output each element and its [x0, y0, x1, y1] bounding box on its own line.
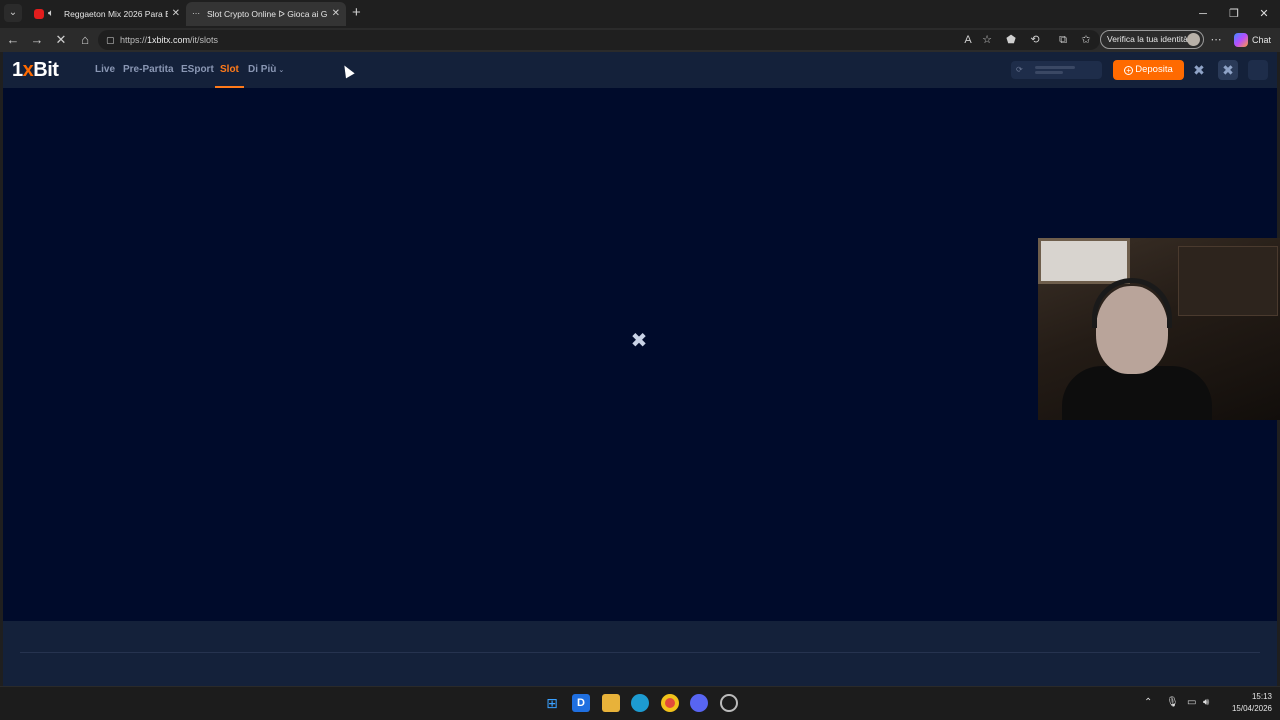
tab-youtube[interactable]: 🔈︎ Reggaeton Mix 2026 Para Bai ✕: [28, 2, 186, 26]
chrome-icon[interactable]: [661, 694, 679, 712]
loading-spinner-icon: ✖: [630, 330, 648, 352]
network-icon[interactable]: ▭: [1187, 696, 1196, 710]
profile-verify-button[interactable]: Verifica la tua identità: [1100, 30, 1204, 49]
tab-title: Slot Crypto Online ᐅ Gioca ai Gioc: [207, 9, 327, 19]
back-icon[interactable]: ←: [3, 30, 23, 50]
site-header: 1xBit Live Pre-Partita ESport Slot Di Pi…: [3, 52, 1277, 88]
forward-icon[interactable]: →: [27, 30, 47, 50]
nav-slot[interactable]: Slot: [215, 52, 244, 88]
logo-mark-icon[interactable]: ✖: [1218, 60, 1238, 80]
stop-loading-icon[interactable]: ✕: [51, 30, 71, 50]
webcam-overlay: [1038, 238, 1280, 420]
loading-icon: ⋯: [192, 9, 200, 18]
chevron-up-icon[interactable]: ⌃: [1144, 696, 1152, 710]
new-tab-icon[interactable]: +: [352, 4, 361, 22]
file-explorer-icon[interactable]: [602, 694, 620, 712]
tab-title: Reggaeton Mix 2026 Para Bai: [64, 9, 168, 19]
d-app-icon[interactable]: D: [572, 694, 590, 712]
search-icon: ⟳: [1016, 65, 1023, 74]
close-icon[interactable]: ✕: [332, 2, 340, 26]
divider: [20, 652, 1260, 653]
logo-mark-icon[interactable]: ✖: [1189, 60, 1209, 80]
taskbar: ⊞ D ⌃ 🎙︎ ▭ 🔊︎ 15:13 15/04/2026: [0, 686, 1280, 720]
plus-icon: +: [1124, 66, 1134, 75]
site-info-icon[interactable]: ▢: [106, 30, 115, 50]
system-clock[interactable]: 15:13 15/04/2026: [1222, 691, 1272, 715]
windows-start-icon[interactable]: ⊞: [543, 694, 561, 712]
minimize-icon[interactable]: ─: [1188, 0, 1218, 28]
shield-extension-icon[interactable]: ⬟: [1002, 30, 1020, 50]
speaker-icon[interactable]: 🔈︎: [48, 2, 54, 26]
close-icon[interactable]: ✕: [172, 2, 180, 26]
microphone-icon[interactable]: 🎙︎: [1166, 696, 1179, 710]
avatar: [1187, 33, 1200, 46]
site-logo[interactable]: 1xBit: [12, 57, 59, 83]
puzzle-icon[interactable]: ⧉: [1054, 30, 1072, 50]
nav-pre-partita[interactable]: Pre-Partita: [123, 52, 174, 88]
search-skeleton[interactable]: ⟳: [1011, 61, 1102, 79]
site-footer: [3, 621, 1277, 686]
window-close-icon[interactable]: ✕: [1249, 0, 1279, 28]
placeholder-button[interactable]: [1248, 60, 1268, 80]
more-options-icon[interactable]: ⋯: [1207, 30, 1225, 50]
home-icon[interactable]: ⌂: [75, 30, 95, 50]
browser-tab-strip: ⌄ 🔈︎ Reggaeton Mix 2026 Para Bai ✕ ⋯ Slo…: [0, 0, 1280, 28]
volume-icon[interactable]: 🔊︎: [1203, 696, 1209, 710]
spotify-icon[interactable]: [720, 694, 738, 712]
edge-icon[interactable]: [631, 694, 649, 712]
nav-live[interactable]: Live: [95, 52, 115, 88]
favorite-star-icon[interactable]: ☆: [978, 30, 996, 50]
nav-more[interactable]: Di Più ⌄: [248, 52, 284, 88]
deposit-button[interactable]: + Deposita: [1113, 60, 1184, 80]
favorites-icon[interactable]: ✩: [1077, 30, 1095, 50]
address-bar[interactable]: ▢ https://1xbitx.com/it/slots: [98, 30, 1100, 50]
chat-button[interactable]: Chat: [1252, 30, 1271, 50]
restore-icon[interactable]: ❐: [1219, 0, 1249, 28]
tab-actions-icon[interactable]: ⌄: [4, 4, 22, 22]
chevron-down-icon: ⌄: [278, 67, 285, 74]
copilot-icon[interactable]: [1234, 33, 1248, 47]
tab-slot[interactable]: ⋯ Slot Crypto Online ᐅ Gioca ai Gioc ✕: [186, 2, 346, 26]
read-aloud-icon[interactable]: A: [959, 30, 977, 50]
youtube-icon: [34, 9, 44, 19]
headset: [1092, 278, 1172, 328]
discord-icon[interactable]: [690, 694, 708, 712]
nav-esport[interactable]: ESport: [181, 52, 214, 88]
extension-icon[interactable]: ⟲: [1026, 30, 1044, 50]
url-text[interactable]: https://1xbitx.com/it/slots: [120, 30, 218, 50]
